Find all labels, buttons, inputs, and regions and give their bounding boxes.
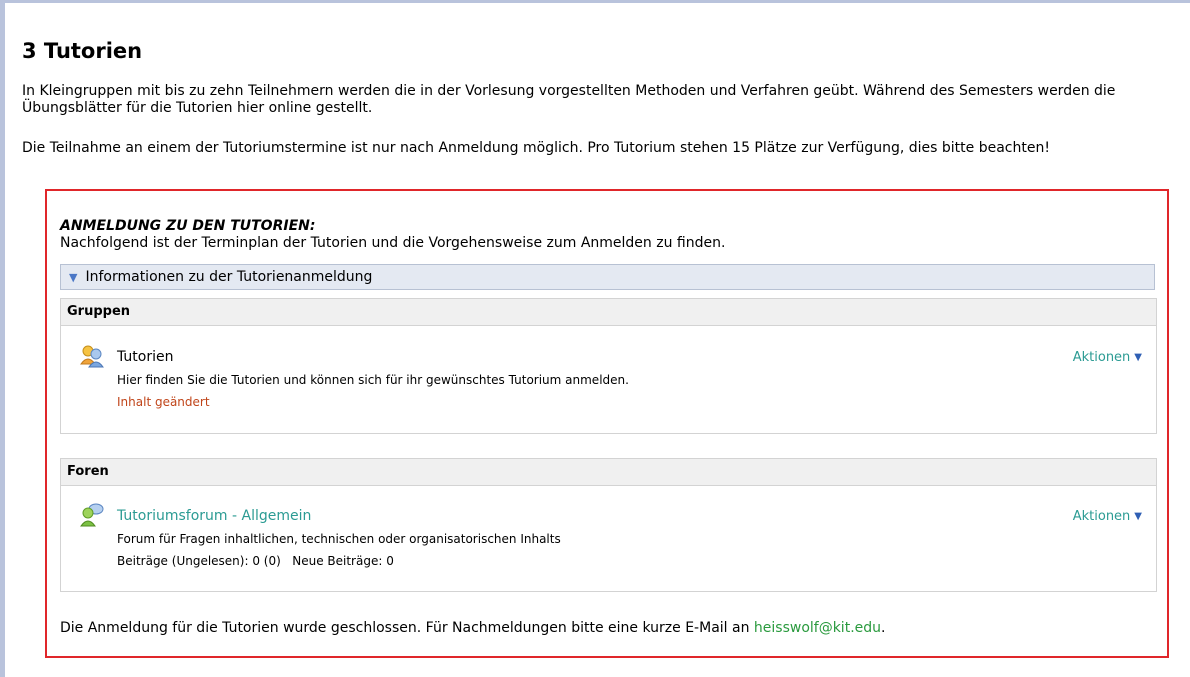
info-accordion[interactable]: ▼ Informationen zu der Tutorienanmeldung (60, 264, 1155, 290)
left-border (0, 0, 5, 677)
tutorien-title[interactable]: Tutorien (117, 349, 174, 366)
registration-subtitle: Nachfolgend ist der Terminplan der Tutor… (60, 235, 726, 251)
forums-header: Foren (61, 459, 1156, 486)
email-link[interactable]: heisswolf@kit.edu (754, 620, 881, 636)
groups-header: Gruppen (61, 299, 1156, 326)
triangle-down-icon: ▼ (69, 270, 78, 284)
closing-note-period: . (881, 620, 886, 636)
closing-note: Die Anmeldung für die Tutorien wurde ges… (60, 620, 885, 637)
actions-label: Aktionen (1072, 509, 1131, 524)
content-changed-status: Inhalt geändert (117, 395, 210, 409)
accordion-label: Informationen zu der Tutorienanmeldung (85, 269, 373, 285)
posts-count: Beiträge (Ungelesen): 0 (0) (117, 554, 281, 568)
groups-actions-dropdown[interactable]: Aktionen ▼ (1073, 350, 1142, 365)
registration-title: ANMELDUNG ZU DEN TUTORIEN: (60, 218, 316, 234)
forum-icon (79, 503, 105, 531)
group-icon (79, 344, 105, 372)
forums-panel: Foren Tutoriumsforum - Allgemein Forum f… (60, 458, 1157, 592)
participation-text: Die Teilnahme an einem der Tutoriumsterm… (22, 140, 1050, 156)
registration-box: ANMELDUNG ZU DEN TUTORIEN: Nachfolgend i… (45, 189, 1169, 658)
forums-actions-dropdown[interactable]: Aktionen ▼ (1073, 509, 1142, 524)
caret-down-icon: ▼ (1134, 511, 1142, 522)
caret-down-icon: ▼ (1134, 352, 1142, 363)
forum-title-link[interactable]: Tutoriumsforum - Allgemein (117, 508, 311, 525)
intro-text: In Kleingruppen mit bis zu zehn Teilnehm… (22, 83, 1116, 116)
new-posts-count: Neue Beiträge: 0 (292, 554, 394, 568)
main-content: 3 Tutorien In Kleingruppen mit bis zu ze… (22, 38, 1172, 156)
top-border (0, 0, 1190, 3)
forum-post-stats: Beiträge (Ungelesen): 0 (0) Neue Beiträg… (117, 554, 394, 569)
closing-note-text: Die Anmeldung für die Tutorien wurde ges… (60, 620, 750, 636)
groups-panel: Gruppen Tutorien Hier finden Sie die Tut… (60, 298, 1157, 434)
actions-label: Aktionen (1072, 350, 1131, 365)
tutorien-description: Hier finden Sie die Tutorien und können … (117, 373, 629, 387)
forum-description: Forum für Fragen inhaltlichen, technisch… (117, 532, 561, 546)
page-title: 3 Tutorien (22, 39, 143, 63)
